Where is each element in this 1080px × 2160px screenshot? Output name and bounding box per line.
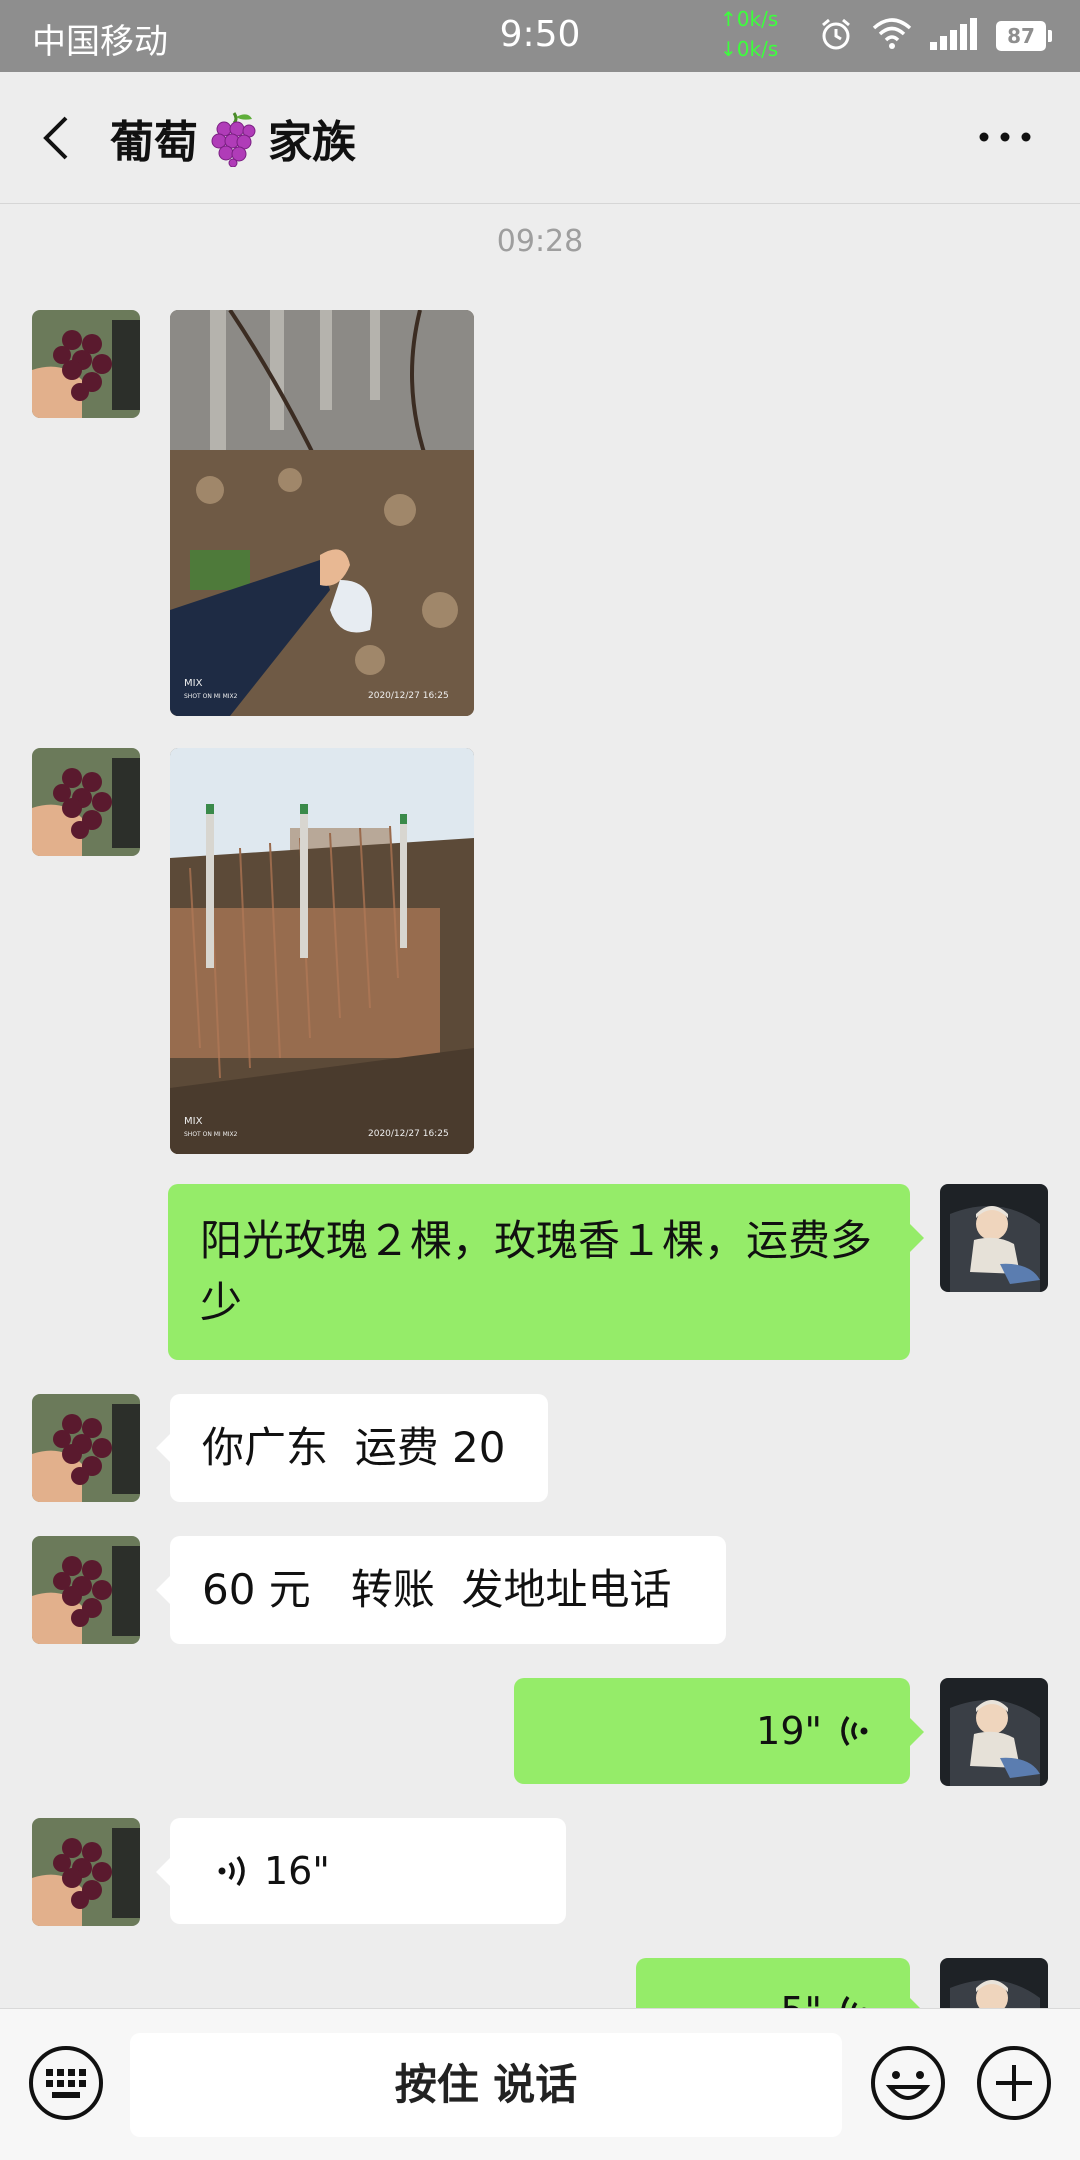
chat-header: 葡萄 家族 bbox=[0, 72, 1080, 204]
voice-duration: 19" bbox=[756, 1709, 822, 1753]
chat-screen: 中国移动 9:50 ↑0k/s ↓0k/s 87 葡萄 家族 09:28 MIX… bbox=[0, 0, 1080, 2160]
grape-avatar-icon bbox=[32, 748, 140, 856]
signal-icon bbox=[930, 18, 978, 54]
status-icons: 87 bbox=[818, 16, 1052, 56]
my-avatar[interactable] bbox=[940, 1184, 1048, 1292]
download-speed: ↓0k/s bbox=[720, 37, 779, 61]
sender-avatar[interactable] bbox=[32, 1536, 140, 1644]
chat-image-vineyard-rows[interactable]: MIX SHOT ON MI MIX2 2020/12/27 16:25 bbox=[170, 748, 474, 1154]
incoming-message[interactable]: 你广东 运费 20 bbox=[156, 1394, 548, 1502]
grapes-emoji-icon bbox=[204, 109, 262, 168]
keyboard-icon bbox=[29, 2046, 103, 2120]
more-options-button[interactable] bbox=[970, 112, 1040, 162]
voice-wave-icon bbox=[218, 1855, 245, 1887]
message-text: 60 元 转账 发地址电话 bbox=[202, 1565, 672, 1614]
message-timestamp: 09:28 bbox=[496, 224, 584, 259]
photo-brand-sub: SHOT ON MI MIX2 bbox=[184, 1131, 238, 1138]
keyboard-toggle-button[interactable] bbox=[26, 2043, 106, 2123]
photo-watermark: 2020/12/27 16:25 bbox=[368, 691, 449, 701]
chat-title-part2: 家族 bbox=[268, 117, 356, 168]
chat-image-vineyard-hand[interactable]: MIX SHOT ON MI MIX2 2020/12/27 16:25 bbox=[170, 310, 474, 716]
back-button[interactable] bbox=[30, 108, 90, 168]
grape-avatar-icon bbox=[32, 1536, 140, 1644]
emoji-button[interactable] bbox=[868, 2043, 948, 2123]
plus-circle-icon bbox=[977, 2046, 1051, 2120]
chat-title: 葡萄 家族 bbox=[110, 106, 356, 170]
wifi-icon bbox=[872, 18, 912, 54]
photo-brand: MIX bbox=[184, 1116, 203, 1127]
status-bar: 中国移动 9:50 ↑0k/s ↓0k/s 87 bbox=[0, 0, 1080, 72]
battery-icon: 87 bbox=[996, 21, 1052, 51]
upload-speed: ↑0k/s bbox=[720, 7, 779, 31]
voice-wave-icon bbox=[841, 1715, 868, 1747]
sender-avatar[interactable] bbox=[32, 310, 140, 418]
incoming-message[interactable]: 60 元 转账 发地址电话 bbox=[156, 1536, 726, 1644]
network-speed: ↑0k/s ↓0k/s bbox=[720, 4, 778, 64]
outgoing-voice-message[interactable]: 19" bbox=[514, 1678, 924, 1784]
baby-avatar-icon bbox=[940, 1184, 1048, 1292]
grape-avatar-icon bbox=[32, 310, 140, 418]
sender-avatar[interactable] bbox=[32, 748, 140, 856]
message-text: 你广东 运费 20 bbox=[202, 1423, 506, 1472]
photo-watermark: 2020/12/27 16:25 bbox=[368, 1129, 449, 1139]
hold-to-talk-button[interactable]: 按住 说话 bbox=[130, 2033, 842, 2137]
voice-duration: 16" bbox=[264, 1849, 330, 1893]
outgoing-message[interactable]: 阳光玫瑰２棵，玫瑰香１棵，运费多少 bbox=[168, 1184, 924, 1360]
back-arrow-icon bbox=[43, 116, 68, 160]
grape-avatar-icon bbox=[32, 1818, 140, 1926]
sender-avatar[interactable] bbox=[32, 1394, 140, 1502]
chat-title-part1: 葡萄 bbox=[110, 117, 198, 168]
baby-avatar-icon bbox=[940, 1678, 1048, 1786]
photo-brand: MIX bbox=[184, 678, 203, 689]
photo-brand-sub: SHOT ON MI MIX2 bbox=[184, 693, 238, 700]
alarm-icon bbox=[818, 16, 854, 56]
grape-avatar-icon bbox=[32, 1394, 140, 1502]
smiley-icon bbox=[871, 2046, 945, 2120]
incoming-voice-message[interactable]: 16" bbox=[156, 1818, 566, 1924]
message-text: 阳光玫瑰２棵，玫瑰香１棵，运费多少 bbox=[200, 1216, 873, 1327]
input-bar: 按住 说话 bbox=[0, 2008, 1080, 2160]
my-avatar[interactable] bbox=[940, 1678, 1048, 1786]
more-functions-button[interactable] bbox=[974, 2043, 1054, 2123]
more-dots-icon bbox=[979, 132, 1031, 142]
sender-avatar[interactable] bbox=[32, 1818, 140, 1926]
